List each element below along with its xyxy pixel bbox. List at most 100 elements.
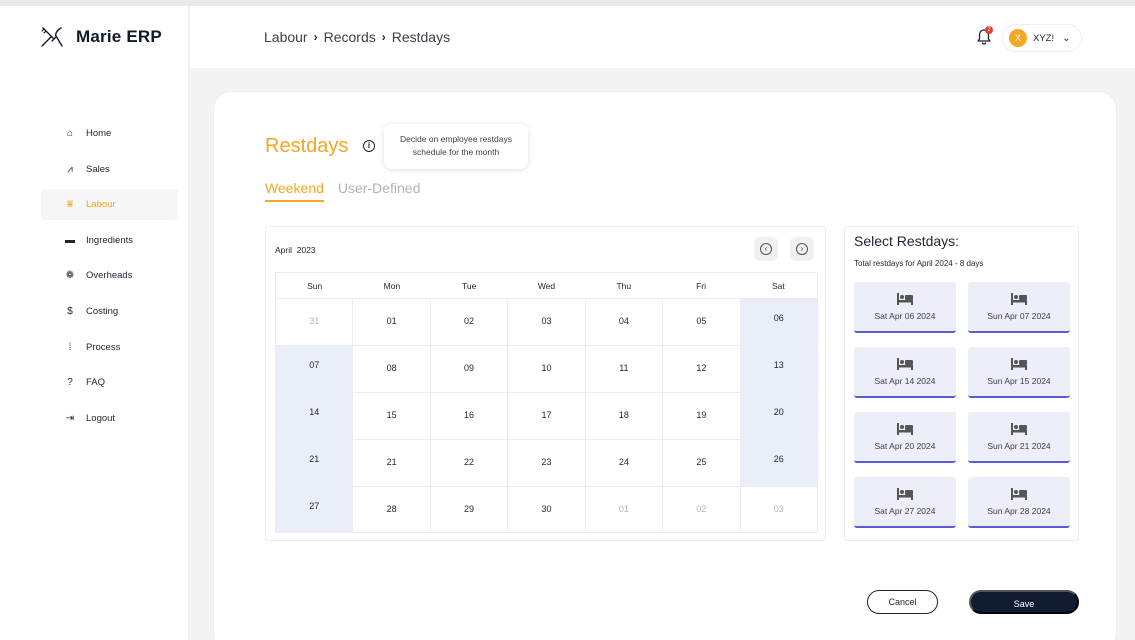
calendar-day[interactable]: 03: [507, 299, 584, 345]
calendar-week: 31 01 02 03 04 05 06: [275, 298, 818, 345]
calendar-day[interactable]: 12: [662, 346, 739, 392]
calendar-day[interactable]: 11: [584, 346, 662, 392]
sidebar-item-label: Costing: [86, 305, 119, 317]
breadcrumb-item[interactable]: Records: [324, 29, 376, 45]
calendar-day[interactable]: 21: [352, 440, 429, 486]
user-menu[interactable]: X XYZ! ⌄: [1002, 24, 1082, 52]
breadcrumb-separator-icon: ›: [381, 30, 386, 44]
sidebar-item-home[interactable]: ⌂ Home: [41, 118, 178, 149]
calendar-day[interactable]: 10: [507, 346, 584, 392]
prev-month-button[interactable]: ‹: [754, 237, 778, 261]
next-month-button[interactable]: ›: [790, 237, 814, 261]
sidebar-item-label: Labour: [86, 199, 116, 211]
bed-icon: [897, 358, 913, 370]
calendar-day[interactable]: 13: [739, 346, 818, 392]
utensils-icon: [41, 27, 63, 47]
calendar-month-label: April 2023: [275, 245, 316, 255]
weekday-label: Sun: [307, 281, 323, 291]
brand[interactable]: Marie ERP: [40, 26, 162, 48]
calendar-day[interactable]: 19: [662, 393, 739, 439]
calendar-month: April: [275, 245, 293, 255]
calendar-day[interactable]: 08: [352, 346, 429, 392]
restday-date: Sat Apr 20 2024: [874, 441, 936, 451]
ingredients-icon: ▬: [65, 234, 75, 246]
calendar-day[interactable]: 06: [739, 299, 818, 345]
sidebar-item-ingredients[interactable]: ▬ Ingredients: [41, 225, 178, 256]
calendar-day[interactable]: 02: [429, 299, 507, 345]
restday-card[interactable]: Sun Apr 07 2024: [968, 282, 1070, 333]
sidebar-item-overheads[interactable]: ❁ Overheads: [41, 260, 178, 291]
bed-icon: [897, 423, 913, 435]
calendar-day[interactable]: 16: [429, 393, 507, 439]
bed-icon: [1011, 423, 1027, 435]
restday-card[interactable]: Sat Apr 06 2024: [854, 282, 956, 333]
calendar-day[interactable]: 14: [275, 393, 353, 439]
restday-date: Sun Apr 15 2024: [987, 376, 1051, 386]
save-button[interactable]: Save: [969, 590, 1079, 614]
restday-date: Sat Apr 27 2024: [874, 506, 936, 516]
cancel-button[interactable]: Cancel: [867, 590, 938, 614]
bed-icon: [897, 488, 913, 500]
calendar-day[interactable]: 27: [275, 487, 353, 532]
calendar-day[interactable]: 21: [275, 440, 353, 486]
restday-card[interactable]: Sat Apr 14 2024: [854, 347, 956, 398]
notification-bell[interactable]: 2: [976, 26, 994, 46]
calendar-day[interactable]: 25: [662, 440, 739, 486]
restday-date: Sun Apr 28 2024: [987, 506, 1051, 516]
restday-card[interactable]: Sat Apr 20 2024: [854, 412, 956, 463]
tab-user-defined[interactable]: User-Defined: [338, 180, 420, 202]
sidebar-item-costing[interactable]: $ Costing: [41, 296, 178, 327]
sidebar-item-label: Sales: [86, 163, 110, 175]
sidebar-item-process[interactable]: ⁞ Process: [41, 332, 178, 363]
sidebar: Marie ERP ⌂ Home ⩘ Sales ⩸ Labour ▬ Ingredients…: [0, 6, 189, 640]
sidebar-item-labour[interactable]: ⩸ Labour: [41, 189, 178, 221]
info-icon[interactable]: i: [363, 140, 375, 152]
dollar-icon: $: [67, 305, 73, 317]
calendar-day[interactable]: 02: [662, 487, 739, 532]
calendar-day[interactable]: 09: [429, 346, 507, 392]
tab-weekend[interactable]: Weekend: [265, 180, 324, 202]
restday-date: Sat Apr 06 2024: [874, 311, 936, 321]
calendar-day[interactable]: 04: [584, 299, 662, 345]
calendar-day[interactable]: 22: [429, 440, 507, 486]
breadcrumb: Labour › Records › Restdays: [264, 29, 450, 45]
calendar-day[interactable]: 29: [429, 487, 507, 532]
calendar-week: 14 15 16 17 18 19 20: [275, 392, 818, 439]
weekday-label: Sat: [771, 281, 785, 291]
restday-card[interactable]: Sat Apr 27 2024: [854, 477, 956, 528]
calendar-day[interactable]: 28: [352, 487, 429, 532]
breadcrumb-item[interactable]: Labour: [264, 29, 308, 45]
calendar-week: 21 21 22 23 24 25 26: [275, 439, 818, 486]
calendar-day[interactable]: 07: [275, 346, 353, 392]
weekday-label: Thu: [616, 281, 632, 291]
sidebar-item-faq[interactable]: ? FAQ: [41, 367, 178, 398]
calendar-day[interactable]: 03: [739, 487, 818, 532]
calendar-day[interactable]: 20: [739, 393, 818, 439]
sidebar-item-label: Ingredients: [86, 234, 134, 246]
restday-date: Sat Apr 14 2024: [874, 376, 936, 386]
calendar-day[interactable]: 18: [584, 393, 662, 439]
restday-card[interactable]: Sun Apr 21 2024: [968, 412, 1070, 463]
calendar-day[interactable]: 23: [507, 440, 584, 486]
sidebar-item-label: FAQ: [86, 377, 106, 389]
calendar-day[interactable]: 26: [739, 440, 818, 486]
sidebar-item-logout[interactable]: ⇥ Logout: [41, 403, 178, 434]
restdays-panel: Select Restdays: Total restdays for Apri…: [844, 226, 1079, 541]
calendar-day[interactable]: 31: [275, 299, 352, 345]
calendar-day[interactable]: 15: [352, 393, 429, 439]
calendar-day[interactable]: 01: [584, 487, 662, 532]
restday-card[interactable]: Sun Apr 15 2024: [968, 347, 1070, 398]
calendar-week: 07 08 09 10 11 12 13: [275, 345, 818, 392]
labour-icon: ⩸: [66, 199, 74, 211]
sidebar-nav: ⌂ Home ⩘ Sales ⩸ Labour ▬ Ingredients ❁ Overheads…: [41, 118, 178, 438]
restday-card[interactable]: Sun Apr 28 2024: [968, 477, 1070, 528]
sidebar-item-sales[interactable]: ⩘ Sales: [41, 154, 178, 185]
weekday-label: Fri: [696, 281, 706, 291]
calendar-day[interactable]: 05: [662, 299, 739, 345]
calendar-day[interactable]: 24: [584, 440, 662, 486]
calendar-day[interactable]: 30: [507, 487, 584, 532]
calendar-day[interactable]: 01: [352, 299, 429, 345]
sidebar-item-label: Process: [86, 341, 121, 353]
user-name: XYZ!: [1033, 32, 1055, 44]
calendar-day[interactable]: 17: [507, 393, 584, 439]
